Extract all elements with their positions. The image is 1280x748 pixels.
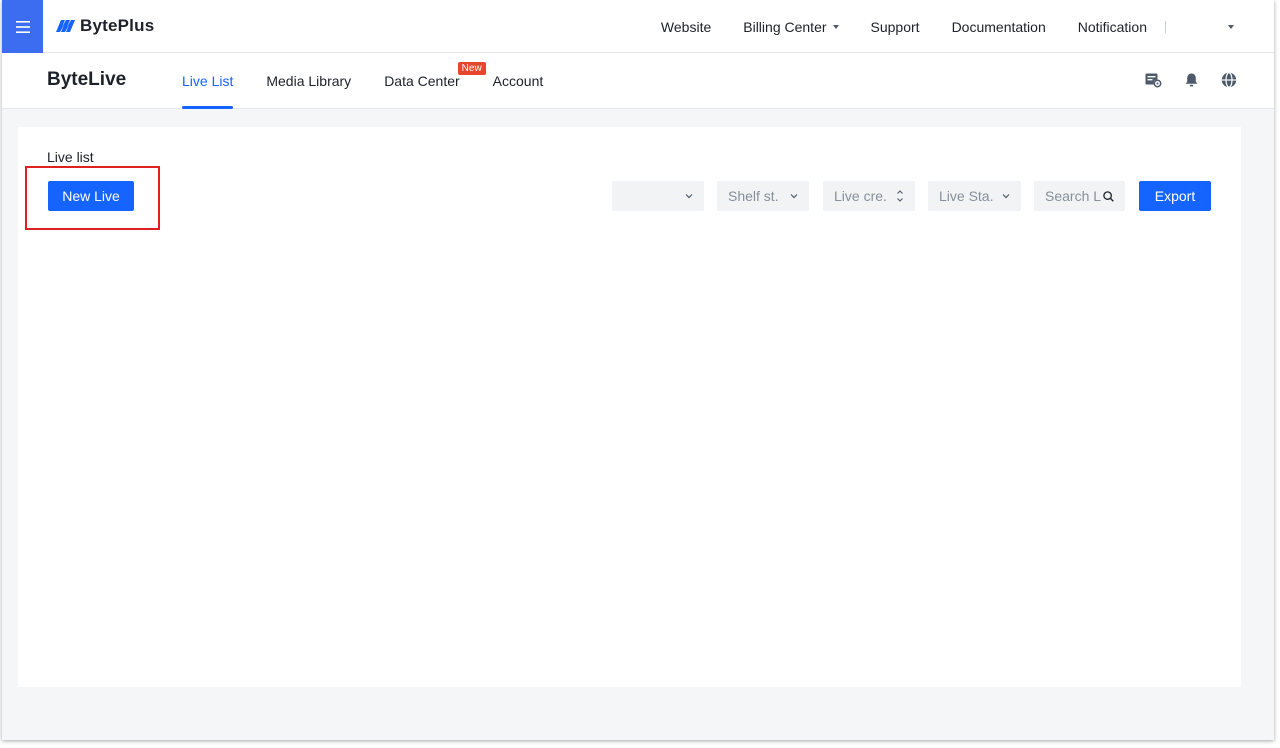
chevron-down-icon <box>685 194 693 199</box>
live-list-panel: Live list New Live Shelf st. Live cre. L… <box>18 127 1241 687</box>
live-status-select[interactable]: Live Sta. <box>928 181 1021 211</box>
ticket-settings-button[interactable] <box>1144 71 1162 89</box>
bell-icon <box>1185 73 1197 87</box>
top-links: Website Billing Center Support Documenta… <box>645 0 1274 53</box>
app-window: BytePlus Website Billing Center Support … <box>2 0 1274 740</box>
byteplus-logo-icon <box>56 20 75 32</box>
caret-down-icon <box>832 24 839 29</box>
search-input[interactable]: Search L <box>1034 181 1125 211</box>
tab-media-library[interactable]: Media Library <box>266 53 351 109</box>
hamburger-menu-button[interactable] <box>2 0 43 53</box>
search-icon <box>1103 190 1114 202</box>
shelf-status-select[interactable]: Shelf st. <box>717 181 809 211</box>
tab-live-list[interactable]: Live List <box>182 53 234 109</box>
top-navigation: BytePlus Website Billing Center Support … <box>2 0 1274 53</box>
live-created-sort[interactable]: Live cre. <box>823 181 915 211</box>
tab-label: Account <box>492 73 544 89</box>
section-title: Live list <box>47 149 94 165</box>
search-placeholder: Search L <box>1045 188 1102 204</box>
notification-bell-button[interactable] <box>1182 71 1200 89</box>
billing-center-menu[interactable]: Billing Center <box>743 18 839 35</box>
billing-center-label: Billing Center <box>743 18 827 35</box>
hamburger-icon <box>15 20 30 33</box>
tab-account[interactable]: Account <box>493 53 544 109</box>
brand-name: BytePlus <box>80 16 155 35</box>
sort-icon <box>897 190 903 202</box>
product-bar: ByteLive Live List Media Library Data Ce… <box>2 53 1274 109</box>
tab-label: Media Library <box>266 73 352 89</box>
product-title: ByteLive <box>47 69 127 90</box>
filter-placeholder: Live Sta. <box>939 188 994 204</box>
ticket-settings-icon <box>1145 73 1161 87</box>
divider <box>1165 20 1166 33</box>
tab-data-center[interactable]: Data Center New <box>384 53 486 109</box>
notification-link[interactable]: Notification <box>1078 19 1147 35</box>
new-badge: New <box>457 62 486 75</box>
product-tabs: Live List Media Library Data Center New … <box>182 53 576 109</box>
filter-placeholder: Live cre. <box>834 188 887 204</box>
new-live-button[interactable]: New Live <box>48 181 134 211</box>
filter-select-1[interactable] <box>612 181 704 211</box>
filter-placeholder: Shelf st. <box>728 188 779 204</box>
language-button[interactable] <box>1220 71 1238 89</box>
tab-label: Data Center <box>384 73 460 89</box>
website-link[interactable]: Website <box>661 19 711 35</box>
export-button[interactable]: Export <box>1139 181 1211 211</box>
support-link[interactable]: Support <box>871 19 920 35</box>
chevron-down-icon <box>790 194 798 199</box>
user-menu-caret-icon[interactable] <box>1228 24 1234 29</box>
product-icons <box>1144 71 1238 89</box>
chevron-down-icon <box>1002 194 1010 199</box>
tab-label: Live List <box>182 73 234 89</box>
byteplus-logo[interactable]: BytePlus <box>56 15 154 37</box>
globe-icon <box>1221 72 1237 88</box>
documentation-link[interactable]: Documentation <box>952 19 1046 35</box>
